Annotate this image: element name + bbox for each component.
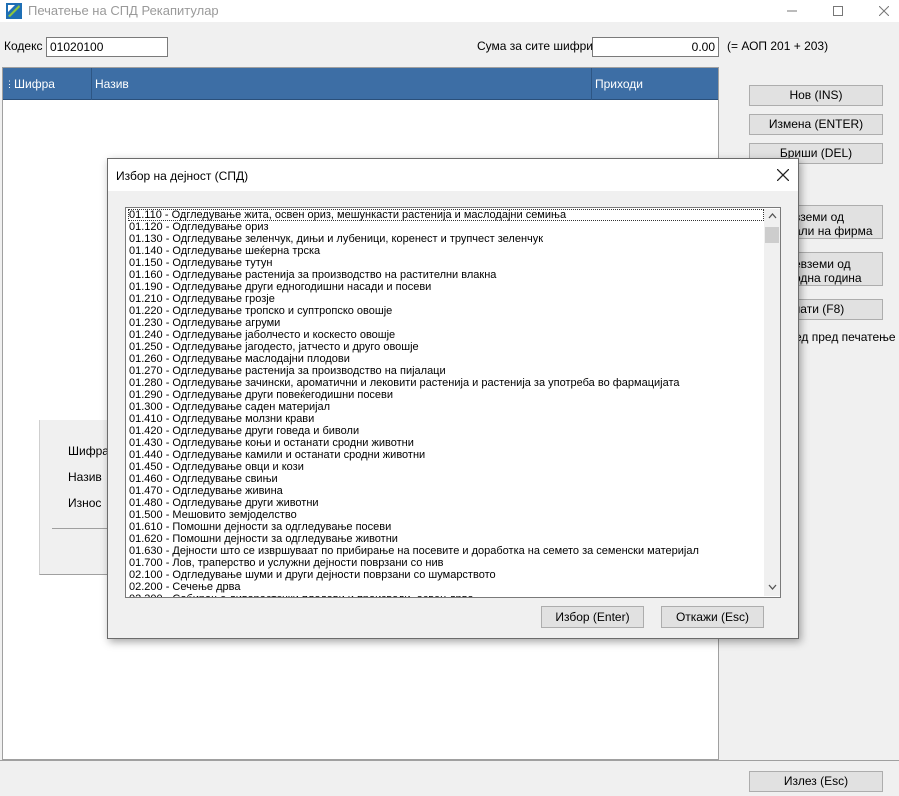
maximize-button[interactable] bbox=[816, 0, 860, 22]
exit-button[interactable]: Излез (Esc) bbox=[749, 771, 883, 792]
activity-select-dialog: Избор на дејност (СПД) 01.110 - Одгледув… bbox=[107, 158, 799, 639]
list-item[interactable]: 01.500 - Мешовито земјоделство bbox=[128, 509, 764, 521]
activity-list[interactable]: 01.110 - Одгледување жита, освен ориз, м… bbox=[128, 209, 764, 597]
list-item[interactable]: 02.100 - Одгледување шуми и други дејнос… bbox=[128, 569, 764, 581]
edit-amount-label: Износ bbox=[68, 496, 102, 510]
edit-name-label: Назив bbox=[68, 470, 102, 484]
list-item[interactable]: 01.210 - Одгледување грозје bbox=[128, 293, 764, 305]
list-item[interactable]: 01.240 - Одгледување јаболчесто и коскес… bbox=[128, 329, 764, 341]
list-item[interactable]: 01.300 - Одгледување саден материјал bbox=[128, 401, 764, 413]
list-item[interactable]: 01.140 - Одгледување шеќерна трска bbox=[128, 245, 764, 257]
import-company-line1: вземи од bbox=[794, 210, 844, 224]
import-year-line2: одна година bbox=[794, 271, 862, 285]
window-title: Печатење на СПД Рекапитулар bbox=[28, 3, 219, 18]
cancel-button[interactable]: Откажи (Esc) bbox=[661, 606, 764, 628]
edit-button[interactable]: Измена (ENTER) bbox=[749, 114, 883, 135]
dialog-close-button[interactable] bbox=[772, 164, 794, 186]
column-header-name[interactable]: Назив bbox=[92, 68, 592, 100]
app-logo-icon bbox=[6, 3, 22, 19]
dialog-title-bar: Избор на дејност (СПД) bbox=[108, 159, 798, 191]
new-button[interactable]: Нов (INS) bbox=[749, 85, 883, 106]
list-item[interactable]: 02.200 - Сечење дрва bbox=[128, 581, 764, 593]
list-item[interactable]: 01.620 - Помошни дејности за одгледување… bbox=[128, 533, 764, 545]
list-item[interactable]: 01.290 - Одгледување други повеќегодишни… bbox=[128, 389, 764, 401]
minimize-button[interactable] bbox=[770, 0, 814, 22]
close-button[interactable] bbox=[862, 0, 899, 22]
activity-listbox[interactable]: 01.110 - Одгледување жита, освен ориз, м… bbox=[125, 207, 781, 598]
chevron-down-icon bbox=[768, 584, 776, 590]
dialog-title: Избор на дејност (СПД) bbox=[116, 169, 249, 183]
list-item[interactable]: 01.160 - Одгледување растенија за произв… bbox=[128, 269, 764, 281]
bottom-separator bbox=[0, 760, 899, 761]
list-item[interactable]: 01.120 - Одгледување ориз bbox=[128, 221, 764, 233]
close-icon bbox=[879, 6, 889, 16]
list-item[interactable]: 01.450 - Одгледување овци и кози bbox=[128, 461, 764, 473]
scroll-up-icon[interactable] bbox=[764, 209, 780, 225]
list-item[interactable]: 01.610 - Помошни дејности за одгледување… bbox=[128, 521, 764, 533]
list-item[interactable]: 02.300 - Собирање диворастечки плодови и… bbox=[128, 593, 764, 597]
import-company-line2: али на фирма bbox=[794, 224, 873, 238]
list-scrollbar[interactable] bbox=[764, 209, 780, 596]
code-input[interactable]: 01020100 bbox=[46, 37, 168, 57]
chevron-up-icon bbox=[768, 213, 776, 219]
edit-code-label: Шифра bbox=[68, 444, 109, 458]
column-grip-icon[interactable]: ⋮ bbox=[5, 79, 14, 89]
select-button[interactable]: Избор (Enter) bbox=[541, 606, 644, 628]
scroll-thumb[interactable] bbox=[765, 227, 779, 243]
preview-checkbox-label[interactable]: ед пред печатење bbox=[795, 330, 896, 344]
close-icon bbox=[776, 168, 790, 182]
list-item[interactable]: 01.190 - Одгледување други едногодишни н… bbox=[128, 281, 764, 293]
title-bar: Печатење на СПД Рекапитулар bbox=[0, 0, 899, 22]
list-item[interactable]: 01.230 - Одгледување агруми bbox=[128, 317, 764, 329]
list-item[interactable]: 01.130 - Одгледување зеленчук, дињи и лу… bbox=[128, 233, 764, 245]
list-item[interactable]: 01.150 - Одгледување тутун bbox=[128, 257, 764, 269]
scroll-down-icon[interactable] bbox=[764, 580, 780, 596]
list-item[interactable]: 01.460 - Одгледување свињи bbox=[128, 473, 764, 485]
maximize-icon bbox=[833, 6, 843, 16]
code-label: Кодекс bbox=[4, 39, 43, 53]
sum-field[interactable]: 0.00 bbox=[592, 37, 719, 57]
list-item[interactable]: 01.480 - Одгледување други животни bbox=[128, 497, 764, 509]
list-item[interactable]: 01.110 - Одгледување жита, освен ориз, м… bbox=[128, 209, 764, 221]
column-header-code[interactable]: Шифра bbox=[11, 68, 92, 100]
list-item[interactable]: 01.700 - Лов, траперство и услужни дејно… bbox=[128, 557, 764, 569]
list-item[interactable]: 01.420 - Одгледување други говеда и биво… bbox=[128, 425, 764, 437]
list-item[interactable]: 01.440 - Одгледување камили и останати с… bbox=[128, 449, 764, 461]
sum-note: (= АОП 201 + 203) bbox=[727, 39, 829, 53]
list-item[interactable]: 01.470 - Одгледување живина bbox=[128, 485, 764, 497]
list-item[interactable]: 01.250 - Одгледување јагодесто, јатчесто… bbox=[128, 341, 764, 353]
import-year-line1: евземи од bbox=[794, 257, 851, 271]
list-item[interactable]: 01.630 - Дејности што се извршуваат по п… bbox=[128, 545, 764, 557]
list-item[interactable]: 01.410 - Одгледување молзни крави bbox=[128, 413, 764, 425]
list-item[interactable]: 01.270 - Одгледување растенија за произв… bbox=[128, 365, 764, 377]
list-item[interactable]: 01.220 - Одгледување тропско и суптропск… bbox=[128, 305, 764, 317]
minimize-icon bbox=[787, 10, 797, 12]
column-header-income[interactable]: Приходи bbox=[592, 68, 718, 100]
sum-label: Сума за сите шифри bbox=[477, 39, 593, 53]
list-item[interactable]: 01.260 - Одгледување маслодајни плодови bbox=[128, 353, 764, 365]
list-item[interactable]: 01.280 - Одгледување зачински, ароматичн… bbox=[128, 377, 764, 389]
grid-header: ⋮ Шифра Назив Приходи bbox=[3, 68, 718, 100]
edit-panel-divider bbox=[52, 528, 112, 529]
list-item[interactable]: 01.430 - Одгледување коњи и останати сро… bbox=[128, 437, 764, 449]
